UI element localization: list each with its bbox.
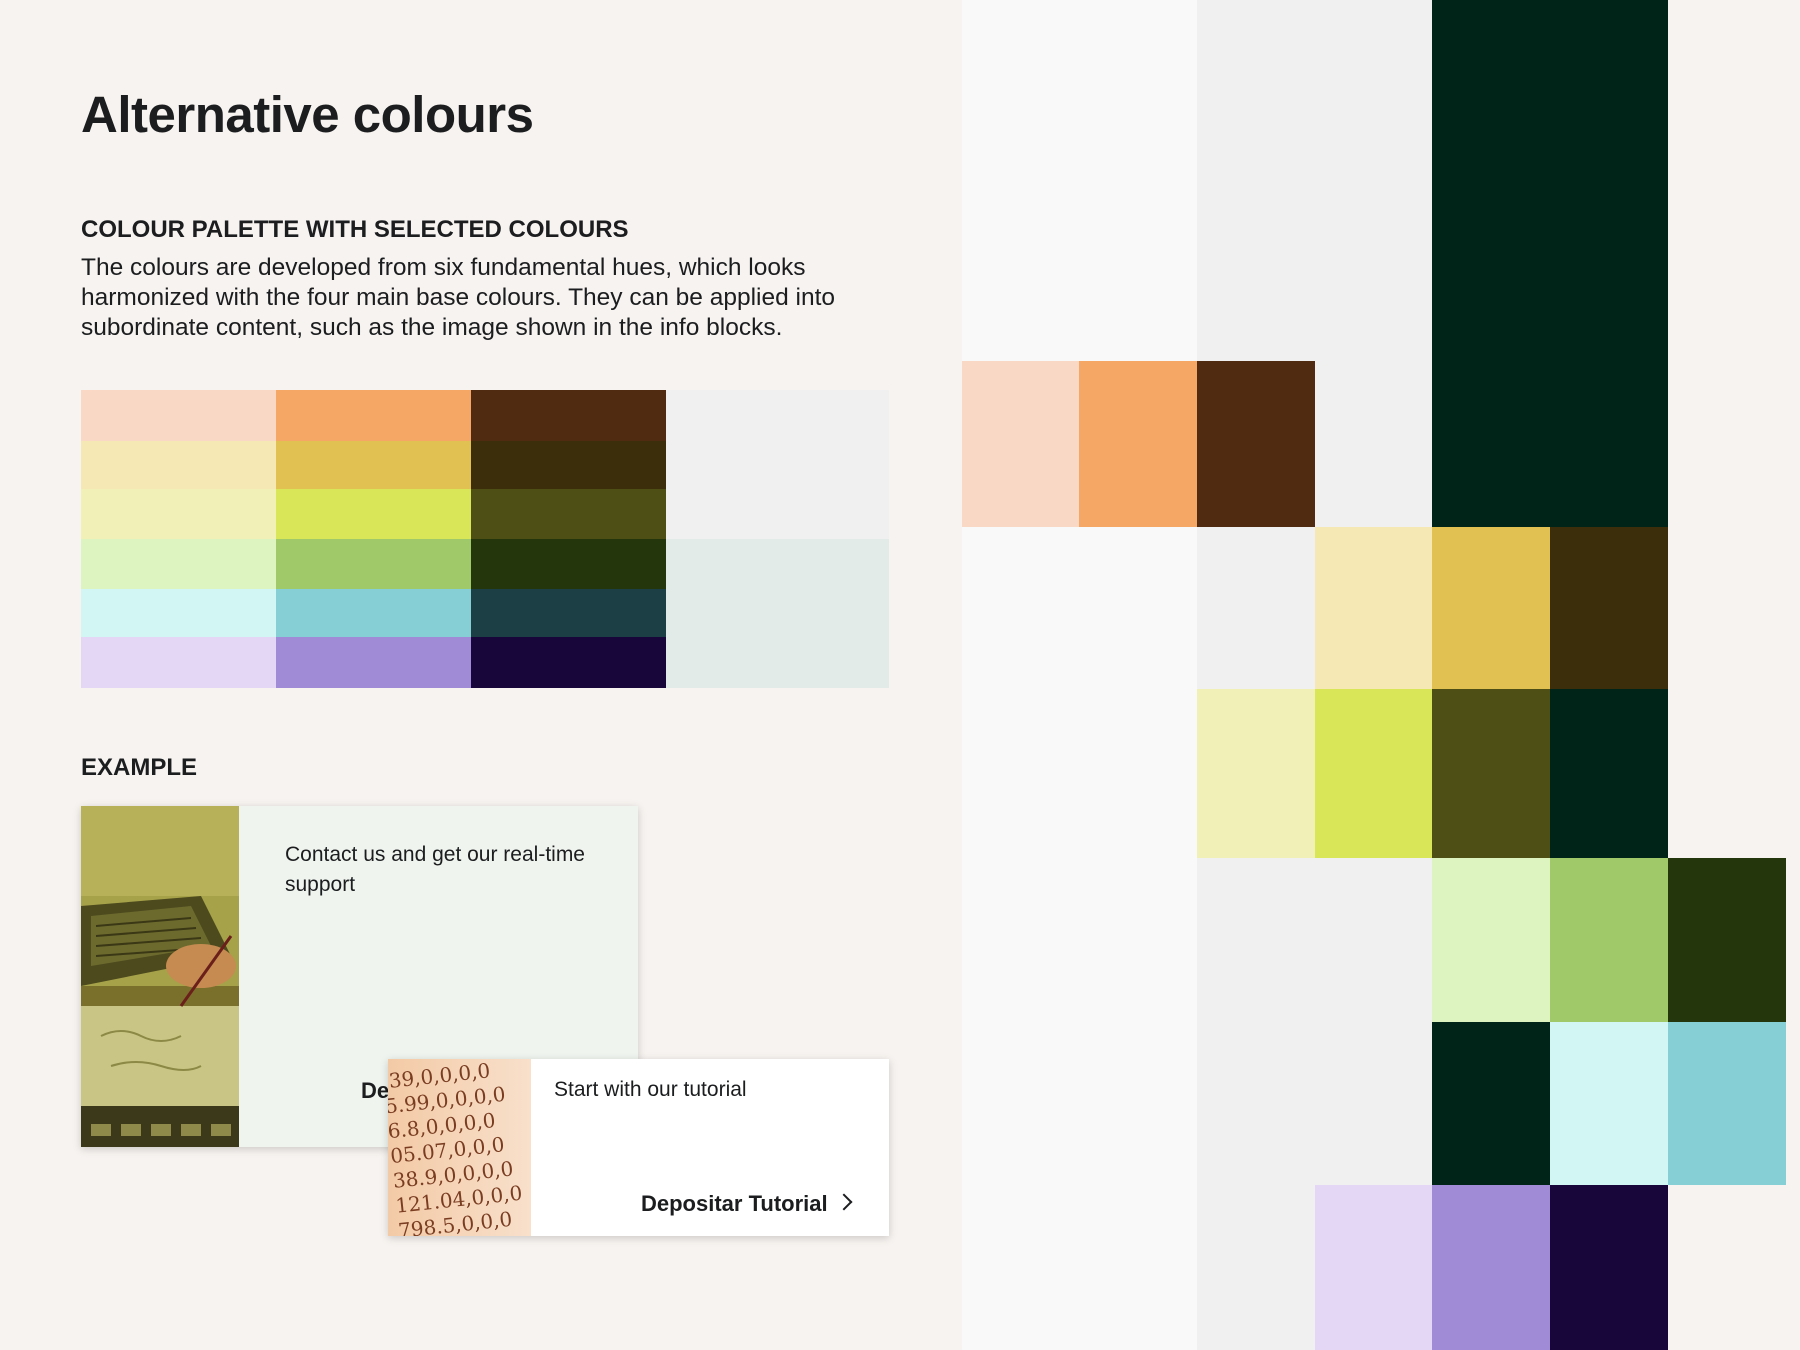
palette-swatch (471, 489, 666, 539)
palette-swatch (276, 441, 471, 489)
palette-heading: COLOUR PALETTE WITH SELECTED COLOURS (81, 216, 629, 243)
numbers-photo-illustration: .39,0,0,0,05.99,0,0,0,06.8,0,0,0,005.07,… (388, 1059, 531, 1236)
mosaic-cell (1315, 527, 1432, 689)
palette-description: The colours are developed from six funda… (81, 254, 836, 341)
palette-swatch (81, 637, 276, 688)
mosaic-cell (1550, 1022, 1668, 1185)
palette-swatch (276, 637, 471, 688)
palette-swatch (471, 539, 666, 589)
card-tutorial-link-label: Depositar Tutorial (641, 1191, 828, 1216)
palette-swatch (276, 589, 471, 637)
palette-swatch (471, 637, 666, 688)
palette-swatch (276, 390, 471, 441)
mosaic-cell (1550, 527, 1668, 689)
palette-swatch (276, 539, 471, 589)
palette-swatch (81, 489, 276, 539)
mosaic-cell (1550, 858, 1668, 1022)
base-swatch-mint (666, 539, 889, 688)
colour-palette (81, 390, 889, 688)
card-support-text: Contact us and get our real-time support (285, 843, 585, 896)
mosaic-cell (1550, 689, 1668, 858)
palette-swatch (81, 441, 276, 489)
mosaic-cell (1668, 1022, 1786, 1185)
mosaic-cell (1432, 858, 1550, 1022)
laptop-photo-illustration (81, 806, 239, 1147)
palette-swatch (471, 390, 666, 441)
page-title: Alternative colours (81, 86, 534, 143)
palette-swatch (276, 489, 471, 539)
card-tutorial-link[interactable]: Depositar Tutorial (641, 1191, 853, 1217)
example-heading: EXAMPLE (81, 754, 198, 781)
mosaic-cell (1550, 1185, 1668, 1350)
card-tutorial-text: Start with our tutorial (554, 1078, 747, 1101)
info-card-tutorial[interactable]: .39,0,0,0,0 5.99,0,0,0,0 6.8,0,0,0,0 05.07,… (388, 1059, 889, 1236)
mosaic-cell (1668, 858, 1786, 1022)
base-swatch-light (666, 390, 889, 539)
palette-swatch (471, 441, 666, 489)
colour-mosaic (962, 0, 1800, 1350)
numbers-image: .39,0,0,0,0 5.99,0,0,0,0 6.8,0,0,0,0 05.07,… (388, 1059, 531, 1236)
laptop-image (81, 806, 239, 1147)
mosaic-cell (1432, 1022, 1550, 1185)
mosaic-cell (962, 0, 1197, 1350)
mosaic-cell (1315, 689, 1432, 858)
mosaic-cell (1197, 689, 1315, 858)
left-panel: Alternative colours COLOUR PALETTE WITH … (0, 0, 962, 1350)
mosaic-cell (1315, 1185, 1432, 1350)
chevron-right-icon (835, 1193, 853, 1211)
mosaic-cell (1432, 1185, 1550, 1350)
mosaic-cell (1079, 361, 1197, 527)
palette-swatch (81, 589, 276, 637)
palette-swatch (81, 390, 276, 441)
palette-swatch (81, 539, 276, 589)
mosaic-cell (962, 361, 1079, 527)
mosaic-cell (1432, 689, 1550, 858)
card-support-link[interactable]: De (361, 1078, 389, 1104)
mosaic-cell (1432, 527, 1550, 689)
mosaic-cell (1197, 361, 1315, 527)
palette-swatch (471, 589, 666, 637)
